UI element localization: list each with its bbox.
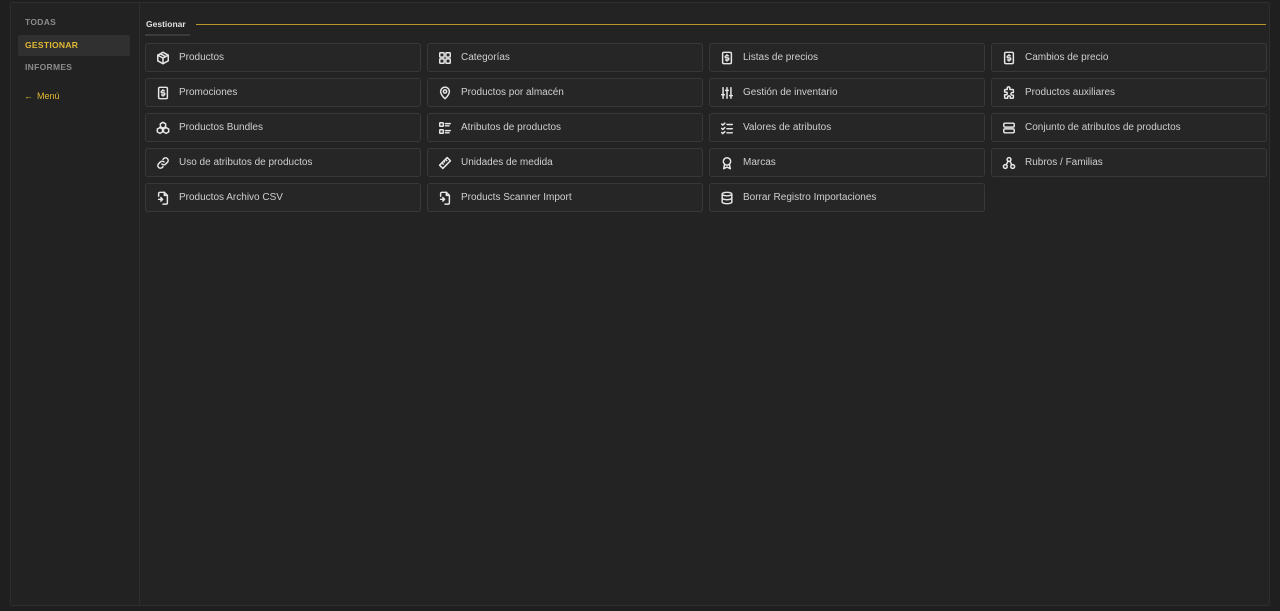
card-unidades-de-medida[interactable]: Unidades de medida xyxy=(427,148,703,177)
card-atributos-de-productos[interactable]: Atributos de productos xyxy=(427,113,703,142)
card-label: Categorías xyxy=(461,52,510,63)
card-productos-bundles[interactable]: Productos Bundles xyxy=(145,113,421,142)
file-scan-icon xyxy=(437,190,453,206)
server-stack-icon xyxy=(1001,120,1017,136)
card-cambios-de-precio[interactable]: Cambios de precio xyxy=(991,43,1267,72)
card-label: Atributos de productos xyxy=(461,122,562,133)
file-import-icon xyxy=(155,190,171,206)
card-productos-por-almacen[interactable]: Productos por almacén xyxy=(427,78,703,107)
checklist-icon xyxy=(719,120,735,136)
card-label: Conjunto de atributos de productos xyxy=(1025,122,1181,133)
card-label: Unidades de medida xyxy=(461,157,553,168)
link-icon xyxy=(155,155,171,171)
card-products-scanner-import[interactable]: Products Scanner Import xyxy=(427,183,703,212)
location-pin-icon xyxy=(437,85,453,101)
card-valores-de-atributos[interactable]: Valores de atributos xyxy=(709,113,985,142)
card-label: Rubros / Familias xyxy=(1025,157,1103,168)
database-icon xyxy=(719,190,735,206)
card-label: Productos auxiliares xyxy=(1025,87,1116,98)
attribute-list-icon xyxy=(437,120,453,136)
card-label: Valores de atributos xyxy=(743,122,832,133)
sidebar-item-gestionar[interactable]: GESTIONAR xyxy=(18,35,130,56)
card-promociones[interactable]: Promociones xyxy=(145,78,421,107)
price-tag-icon xyxy=(719,50,735,66)
card-label: Productos por almacén xyxy=(461,87,564,98)
price-change-icon xyxy=(1001,50,1017,66)
arrow-left-icon: ← xyxy=(24,91,33,101)
card-conjunto-de-atributos-de-productos[interactable]: Conjunto de atributos de productos xyxy=(991,113,1267,142)
card-label: Productos Archivo CSV xyxy=(179,192,283,203)
card-productos[interactable]: Productos xyxy=(145,43,421,72)
card-marcas[interactable]: Marcas xyxy=(709,148,985,177)
sidebar-item-todas[interactable]: TODAS xyxy=(18,12,130,33)
card-label: Gestión de inventario xyxy=(743,87,838,98)
card-label: Productos xyxy=(179,52,225,63)
card-rubros-familias[interactable]: Rubros / Familias xyxy=(991,148,1267,177)
card-uso-de-atributos-de-productos[interactable]: Uso de atributos de productos xyxy=(145,148,421,177)
card-grid: Productos Categorías Listas de precios Camb… xyxy=(145,43,1267,212)
card-label: Promociones xyxy=(179,87,238,98)
card-label: Listas de precios xyxy=(743,52,819,63)
card-label: Uso de atributos de productos xyxy=(179,157,313,168)
card-label: Cambios de precio xyxy=(1025,52,1109,63)
card-productos-auxiliares[interactable]: Productos auxiliares xyxy=(991,78,1267,107)
section-divider xyxy=(195,24,1266,25)
back-label: Menú xyxy=(37,91,60,101)
sidebar-item-informes[interactable]: INFORMES xyxy=(18,57,130,78)
app-frame: TODAS GESTIONAR INFORMES ← Menú Gestiona… xyxy=(10,2,1270,606)
card-borrar-registro-importaciones[interactable]: Borrar Registro Importaciones xyxy=(709,183,985,212)
card-gestion-de-inventario[interactable]: Gestión de inventario xyxy=(709,78,985,107)
sidebar: TODAS GESTIONAR INFORMES ← Menú xyxy=(11,3,140,605)
card-label: Productos Bundles xyxy=(179,122,263,133)
card-label: Products Scanner Import xyxy=(461,192,572,203)
promotion-icon xyxy=(155,85,171,101)
card-productos-archivo-csv[interactable]: Productos Archivo CSV xyxy=(145,183,421,212)
box-icon xyxy=(155,50,171,66)
ruler-icon xyxy=(437,155,453,171)
bundle-icon xyxy=(155,120,171,136)
sliders-icon xyxy=(719,85,735,101)
grid-icon xyxy=(437,50,453,66)
card-listas-de-precios[interactable]: Listas de precios xyxy=(709,43,985,72)
puzzle-icon xyxy=(1001,85,1017,101)
card-label: Borrar Registro Importaciones xyxy=(743,192,877,203)
card-categorias[interactable]: Categorías xyxy=(427,43,703,72)
card-label: Marcas xyxy=(743,157,776,168)
badge-icon xyxy=(719,155,735,171)
main-content: Gestionar Productos Categorías Listas de p… xyxy=(141,3,1270,605)
section-title: Gestionar xyxy=(145,17,190,36)
section-header: Gestionar xyxy=(145,17,1266,36)
back-to-menu-link[interactable]: ← Menú xyxy=(24,91,60,101)
family-tree-icon xyxy=(1001,155,1017,171)
